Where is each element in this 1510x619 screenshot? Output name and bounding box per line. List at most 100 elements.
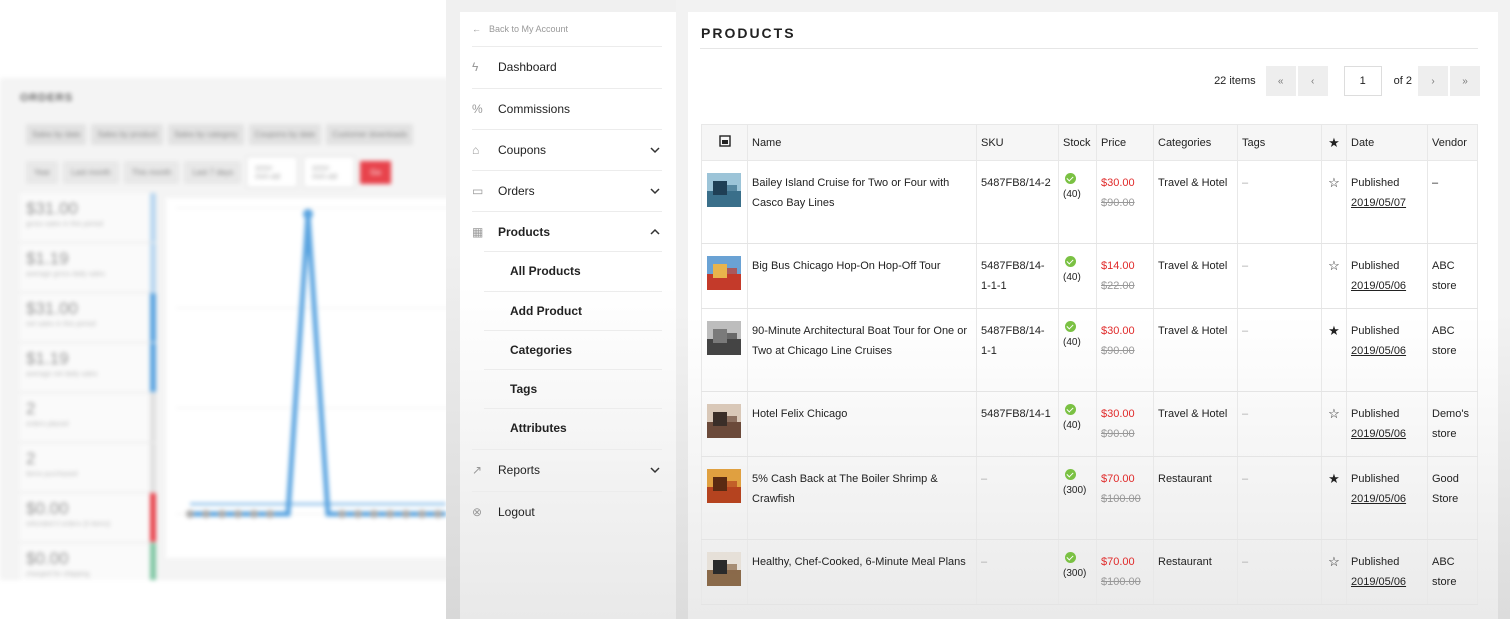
product-vendor[interactable]: ABC store (1427, 243, 1478, 309)
table-row[interactable]: Bailey Island Cruise for Two or Four wit… (701, 160, 1478, 244)
current-page-input[interactable]: 1 (1343, 66, 1382, 96)
stat-label: average gross daily sales (26, 271, 105, 278)
logout-icon: ⊗ (472, 505, 483, 519)
star-outline-icon[interactable]: ☆ (1328, 175, 1340, 190)
sidebar-item-logout[interactable]: ⊗ Logout (472, 491, 662, 532)
featured-cell[interactable]: ☆ (1321, 391, 1347, 457)
date-cell: Published 2019/05/06 (1346, 391, 1428, 457)
background-stat: $1.19 average net daily sales (20, 343, 156, 393)
product-name[interactable]: 90-Minute Architectural Boat Tour for On… (747, 308, 977, 392)
sidebar-item-commissions[interactable]: % Commissions (472, 88, 662, 129)
sale-price: $14.00 (1101, 260, 1135, 272)
sidebar-subitem-add-product[interactable]: Add Product (484, 291, 662, 330)
stat-color-bar (150, 193, 156, 242)
price-cell: $70.00 $100.00 (1096, 539, 1154, 605)
range-this-month: This month (123, 160, 180, 184)
table-row[interactable]: 5% Cash Back at The Boiler Shrimp & Craw… (701, 456, 1478, 540)
featured-cell[interactable]: ★ (1321, 456, 1347, 540)
prev-page-button[interactable]: ‹ (1297, 66, 1328, 96)
chevron-up-icon (650, 228, 660, 235)
sidebar-item-products[interactable]: ▦ Products (472, 211, 662, 252)
last-page-button[interactable]: » (1450, 66, 1480, 96)
product-thumbnail[interactable] (707, 404, 741, 438)
first-page-button[interactable]: « (1265, 66, 1296, 96)
next-page-button[interactable]: › (1418, 66, 1448, 96)
sidebar-item-label: Products (498, 225, 551, 239)
date-cell: Published 2019/05/06 (1346, 308, 1428, 392)
sale-price: $70.00 (1101, 473, 1135, 485)
background-ranges: Year Last month This month Last 7 days y… (26, 156, 391, 188)
featured-cell[interactable]: ☆ (1321, 160, 1347, 244)
star-filled-icon[interactable]: ★ (1328, 323, 1340, 338)
date-cell: Published 2019/05/06 (1346, 456, 1428, 540)
product-name[interactable]: 5% Cash Back at The Boiler Shrimp & Craw… (747, 456, 977, 540)
product-vendor[interactable]: ABC store (1427, 308, 1478, 392)
background-stat: 2 items purchased (20, 443, 156, 493)
column-header-categories: Categories (1153, 124, 1238, 161)
star-outline-icon[interactable]: ☆ (1328, 406, 1340, 421)
sidebar-item-orders[interactable]: ▭ Orders (472, 170, 662, 211)
sidebar-nav: ← Back to My Account ϟ Dashboard % Commi… (460, 12, 676, 619)
sidebar-item-dashboard[interactable]: ϟ Dashboard (472, 46, 662, 87)
table-row[interactable]: 90-Minute Architectural Boat Tour for On… (701, 308, 1478, 392)
sidebar-item-reports[interactable]: ↗ Reports (472, 449, 662, 490)
sidebar-item-coupons[interactable]: ⌂ Coupons (472, 129, 662, 170)
product-category[interactable]: Restaurant (1153, 456, 1238, 540)
column-header-date[interactable]: Date (1346, 124, 1428, 161)
column-header-thumbnail (701, 124, 748, 161)
star-outline-icon[interactable]: ☆ (1328, 554, 1340, 569)
product-name[interactable]: Hotel Felix Chicago (747, 391, 977, 457)
table-row[interactable]: Big Bus Chicago Hop-On Hop-Off Tour 5487F… (701, 243, 1478, 309)
featured-cell[interactable]: ☆ (1321, 243, 1347, 309)
publish-status: Published (1351, 260, 1400, 272)
table-row[interactable]: Healthy, Chef-Cooked, 6-Minute Meal Plan… (701, 539, 1478, 605)
product-thumbnail[interactable] (707, 321, 741, 355)
stat-label: charged for shipping (26, 571, 90, 578)
product-thumbnail[interactable] (707, 552, 741, 586)
product-category[interactable]: Travel & Hotel (1153, 243, 1238, 309)
sidebar-subitem-categories[interactable]: Categories (484, 330, 662, 369)
back-to-account-link[interactable]: ← Back to My Account (472, 24, 568, 34)
product-vendor[interactable]: – (1427, 160, 1478, 244)
product-thumbnail[interactable] (707, 173, 741, 207)
product-category[interactable]: Travel & Hotel (1153, 391, 1238, 457)
product-name[interactable]: Bailey Island Cruise for Two or Four wit… (747, 160, 977, 244)
featured-cell[interactable]: ☆ (1321, 539, 1347, 605)
featured-cell[interactable]: ★ (1321, 308, 1347, 392)
sidebar-subitem-all-products[interactable]: All Products (484, 251, 662, 290)
date-cell: Published 2019/05/07 (1346, 160, 1428, 244)
product-name[interactable]: Big Bus Chicago Hop-On Hop-Off Tour (747, 243, 977, 309)
table-row[interactable]: Hotel Felix Chicago 5487FB8/14-1 (40) $30.0… (701, 391, 1478, 457)
product-category[interactable]: Travel & Hotel (1153, 308, 1238, 392)
star-outline-icon[interactable]: ☆ (1328, 258, 1340, 273)
product-vendor[interactable]: Good Store (1427, 456, 1478, 540)
chevron-down-icon (650, 467, 660, 474)
in-stock-check-icon (1065, 469, 1076, 480)
column-header-sku[interactable]: SKU (976, 124, 1059, 161)
chart-icon: ↗ (472, 463, 483, 477)
stock-cell: (300) (1058, 456, 1097, 540)
image-icon (718, 135, 731, 147)
background-stat: $31.00 gross sales in this period (20, 193, 156, 243)
product-vendor[interactable]: ABC store (1427, 539, 1478, 605)
stock-cell: (40) (1058, 391, 1097, 457)
product-name[interactable]: Healthy, Chef-Cooked, 6-Minute Meal Plan… (747, 539, 977, 605)
column-header-name[interactable]: Name (747, 124, 977, 161)
sidebar-item-label: Reports (498, 463, 541, 477)
sidebar-subitem-attributes[interactable]: Attributes (484, 408, 662, 447)
sidebar-item-label: Logout (498, 505, 535, 519)
price-cell: $30.00 $90.00 (1096, 391, 1154, 457)
date-cell: Published 2019/05/06 (1346, 243, 1428, 309)
stat-value: $1.19 (26, 249, 69, 268)
product-category[interactable]: Restaurant (1153, 539, 1238, 605)
column-header-price[interactable]: Price (1096, 124, 1154, 161)
product-category[interactable]: Travel & Hotel (1153, 160, 1238, 244)
product-vendor[interactable]: Demo's store (1427, 391, 1478, 457)
sidebar-subitem-tags[interactable]: Tags (484, 369, 662, 408)
product-thumbnail[interactable] (707, 256, 741, 290)
regular-price: $90.00 (1101, 428, 1135, 440)
star-filled-icon[interactable]: ★ (1328, 471, 1340, 486)
background-stat: 2 orders placed (20, 393, 156, 443)
page-title: PRODUCTS (701, 25, 796, 41)
product-thumbnail[interactable] (707, 469, 741, 503)
